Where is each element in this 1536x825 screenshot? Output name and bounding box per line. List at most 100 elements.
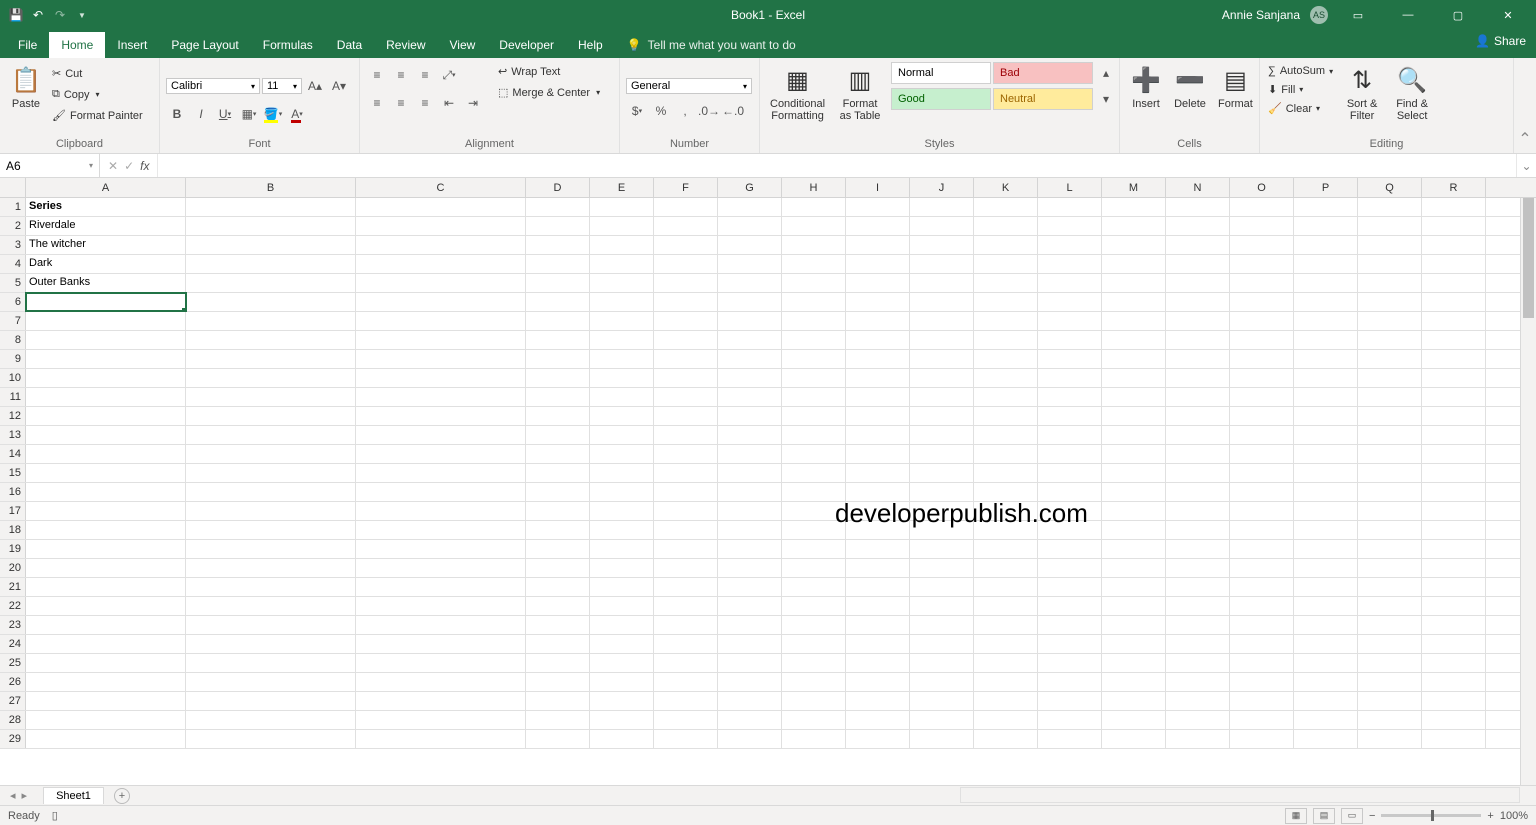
cell-M13[interactable] xyxy=(1102,426,1166,444)
cell-B1[interactable] xyxy=(186,198,356,216)
column-header-R[interactable]: R xyxy=(1422,178,1486,197)
cell-C22[interactable] xyxy=(356,597,526,615)
increase-font-icon[interactable]: A▴ xyxy=(304,75,326,97)
cell-Q22[interactable] xyxy=(1358,597,1422,615)
cell-M7[interactable] xyxy=(1102,312,1166,330)
close-icon[interactable]: ✕ xyxy=(1488,0,1528,30)
cell-K19[interactable] xyxy=(974,540,1038,558)
cell-J13[interactable] xyxy=(910,426,974,444)
cell-P10[interactable] xyxy=(1294,369,1358,387)
cell-E12[interactable] xyxy=(590,407,654,425)
cell-H3[interactable] xyxy=(782,236,846,254)
style-bad[interactable]: Bad xyxy=(993,62,1093,84)
cell-R3[interactable] xyxy=(1422,236,1486,254)
cell-R7[interactable] xyxy=(1422,312,1486,330)
cell-B15[interactable] xyxy=(186,464,356,482)
cell-J3[interactable] xyxy=(910,236,974,254)
cell-E29[interactable] xyxy=(590,730,654,748)
cell-M1[interactable] xyxy=(1102,198,1166,216)
cell-F13[interactable] xyxy=(654,426,718,444)
cell-I29[interactable] xyxy=(846,730,910,748)
cell-L11[interactable] xyxy=(1038,388,1102,406)
cell-B6[interactable] xyxy=(186,293,356,311)
row-header-24[interactable]: 24 xyxy=(0,635,26,653)
row-header-1[interactable]: 1 xyxy=(0,198,26,216)
cell-P4[interactable] xyxy=(1294,255,1358,273)
cell-A22[interactable] xyxy=(26,597,186,615)
cell-P6[interactable] xyxy=(1294,293,1358,311)
column-header-G[interactable]: G xyxy=(718,178,782,197)
cell-M11[interactable] xyxy=(1102,388,1166,406)
cell-G25[interactable] xyxy=(718,654,782,672)
cell-L24[interactable] xyxy=(1038,635,1102,653)
align-bottom-icon[interactable]: ≡ xyxy=(414,64,436,86)
cell-R4[interactable] xyxy=(1422,255,1486,273)
cell-H20[interactable] xyxy=(782,559,846,577)
cell-I19[interactable] xyxy=(846,540,910,558)
cell-E11[interactable] xyxy=(590,388,654,406)
cell-K28[interactable] xyxy=(974,711,1038,729)
cell-P1[interactable] xyxy=(1294,198,1358,216)
row-header-17[interactable]: 17 xyxy=(0,502,26,520)
find-select-button[interactable]: 🔍Find & Select xyxy=(1389,62,1435,124)
cell-D23[interactable] xyxy=(526,616,590,634)
cell-K6[interactable] xyxy=(974,293,1038,311)
cell-L23[interactable] xyxy=(1038,616,1102,634)
decrease-decimal-icon[interactable]: ←.0 xyxy=(722,100,744,122)
cell-A2[interactable]: Riverdale xyxy=(26,217,186,235)
cell-G15[interactable] xyxy=(718,464,782,482)
cell-F20[interactable] xyxy=(654,559,718,577)
cell-N28[interactable] xyxy=(1166,711,1230,729)
cell-R28[interactable] xyxy=(1422,711,1486,729)
cell-A26[interactable] xyxy=(26,673,186,691)
cell-G9[interactable] xyxy=(718,350,782,368)
cell-C21[interactable] xyxy=(356,578,526,596)
decrease-font-icon[interactable]: A▾ xyxy=(328,75,350,97)
cell-M17[interactable] xyxy=(1102,502,1166,520)
cell-R27[interactable] xyxy=(1422,692,1486,710)
cell-N11[interactable] xyxy=(1166,388,1230,406)
cell-R9[interactable] xyxy=(1422,350,1486,368)
cell-D19[interactable] xyxy=(526,540,590,558)
cell-H6[interactable] xyxy=(782,293,846,311)
cell-H29[interactable] xyxy=(782,730,846,748)
cell-Q1[interactable] xyxy=(1358,198,1422,216)
cell-R8[interactable] xyxy=(1422,331,1486,349)
page-layout-view-icon[interactable]: ▤ xyxy=(1313,808,1335,824)
cell-N20[interactable] xyxy=(1166,559,1230,577)
wrap-text-button[interactable]: ↩Wrap Text xyxy=(496,64,602,79)
cell-J2[interactable] xyxy=(910,217,974,235)
cell-F11[interactable] xyxy=(654,388,718,406)
cell-R2[interactable] xyxy=(1422,217,1486,235)
cell-C28[interactable] xyxy=(356,711,526,729)
cell-Q4[interactable] xyxy=(1358,255,1422,273)
cell-K29[interactable] xyxy=(974,730,1038,748)
cell-B12[interactable] xyxy=(186,407,356,425)
cell-O10[interactable] xyxy=(1230,369,1294,387)
cell-G16[interactable] xyxy=(718,483,782,501)
tell-me-search[interactable]: 💡 Tell me what you want to do xyxy=(615,32,808,58)
cell-F12[interactable] xyxy=(654,407,718,425)
cell-L4[interactable] xyxy=(1038,255,1102,273)
cell-D16[interactable] xyxy=(526,483,590,501)
tab-file[interactable]: File xyxy=(6,32,49,58)
cell-H15[interactable] xyxy=(782,464,846,482)
cell-Q11[interactable] xyxy=(1358,388,1422,406)
cell-A25[interactable] xyxy=(26,654,186,672)
cell-N26[interactable] xyxy=(1166,673,1230,691)
cell-L21[interactable] xyxy=(1038,578,1102,596)
cell-G28[interactable] xyxy=(718,711,782,729)
cell-A14[interactable] xyxy=(26,445,186,463)
cell-F26[interactable] xyxy=(654,673,718,691)
copy-button[interactable]: ⧉Copy▾ xyxy=(50,87,145,102)
row-header-11[interactable]: 11 xyxy=(0,388,26,406)
cell-R23[interactable] xyxy=(1422,616,1486,634)
minimize-icon[interactable]: — xyxy=(1388,0,1428,30)
cell-E10[interactable] xyxy=(590,369,654,387)
cell-L7[interactable] xyxy=(1038,312,1102,330)
cell-H7[interactable] xyxy=(782,312,846,330)
cell-B22[interactable] xyxy=(186,597,356,615)
cell-H2[interactable] xyxy=(782,217,846,235)
cell-P26[interactable] xyxy=(1294,673,1358,691)
cell-B10[interactable] xyxy=(186,369,356,387)
